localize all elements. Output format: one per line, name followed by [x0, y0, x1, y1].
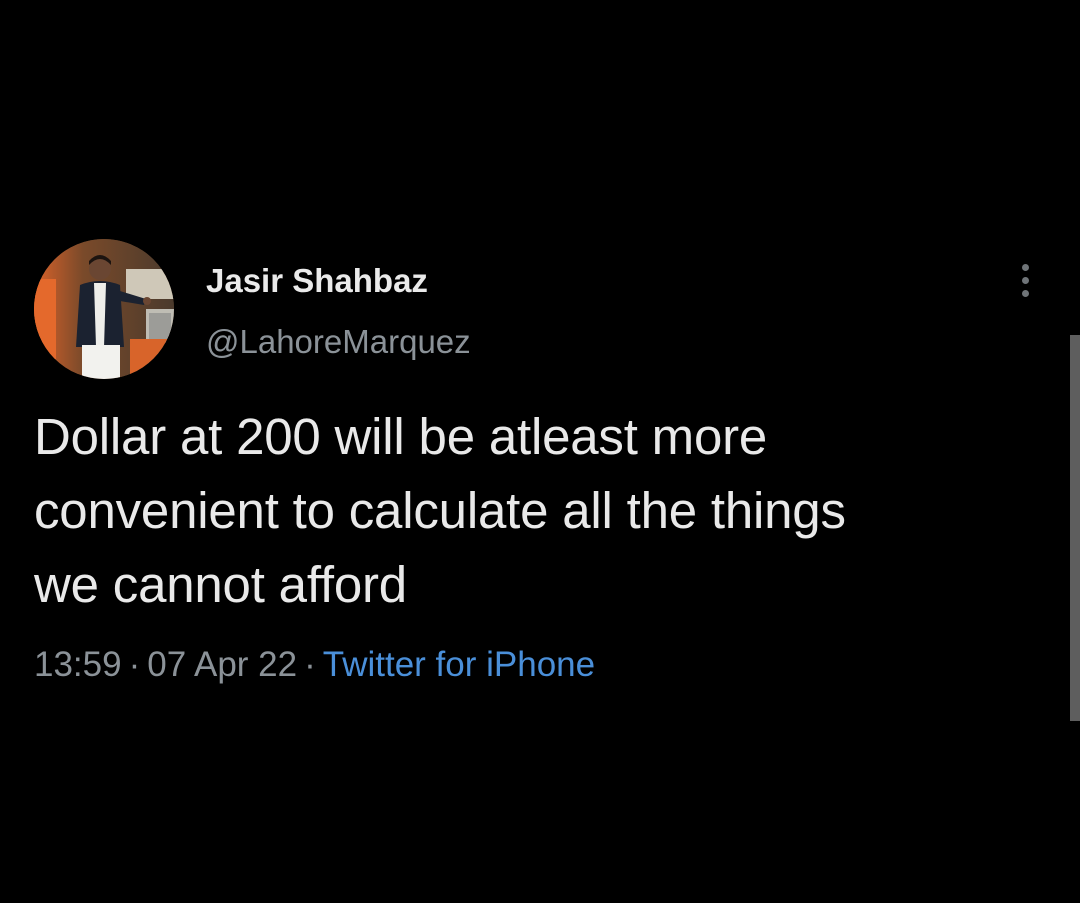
- scrollbar[interactable]: [1070, 335, 1080, 721]
- tweet-source-link[interactable]: Twitter for iPhone: [323, 645, 595, 684]
- tweet-text-line: we cannot afford: [34, 556, 407, 613]
- meta-separator: ·: [128, 645, 141, 684]
- profile-photo-icon: [34, 239, 174, 379]
- more-vertical-icon-dot: [1022, 290, 1029, 297]
- more-vertical-icon-dot: [1022, 264, 1029, 271]
- tweet-metadata: 13:59 · 07 Apr 22 · Twitter for iPhone: [34, 645, 595, 685]
- more-options-button[interactable]: [1008, 260, 1044, 300]
- tweet-card: Jasir Shahbaz @LahoreMarquez Dollar at 2…: [0, 0, 1080, 903]
- tweet-text-line: convenient to calculate all the things: [34, 482, 846, 539]
- tweet-date[interactable]: 07 Apr 22: [147, 645, 297, 684]
- tweet-text: Dollar at 200 will be atleast more conve…: [34, 400, 1034, 622]
- author-handle[interactable]: @LahoreMarquez: [206, 323, 471, 361]
- tweet-time[interactable]: 13:59: [34, 645, 122, 684]
- meta-separator: ·: [304, 645, 316, 684]
- avatar[interactable]: [34, 239, 174, 379]
- more-vertical-icon-dot: [1022, 277, 1029, 284]
- tweet-text-line: Dollar at 200 will be atleast more: [34, 408, 768, 465]
- author-display-name[interactable]: Jasir Shahbaz: [206, 262, 428, 300]
